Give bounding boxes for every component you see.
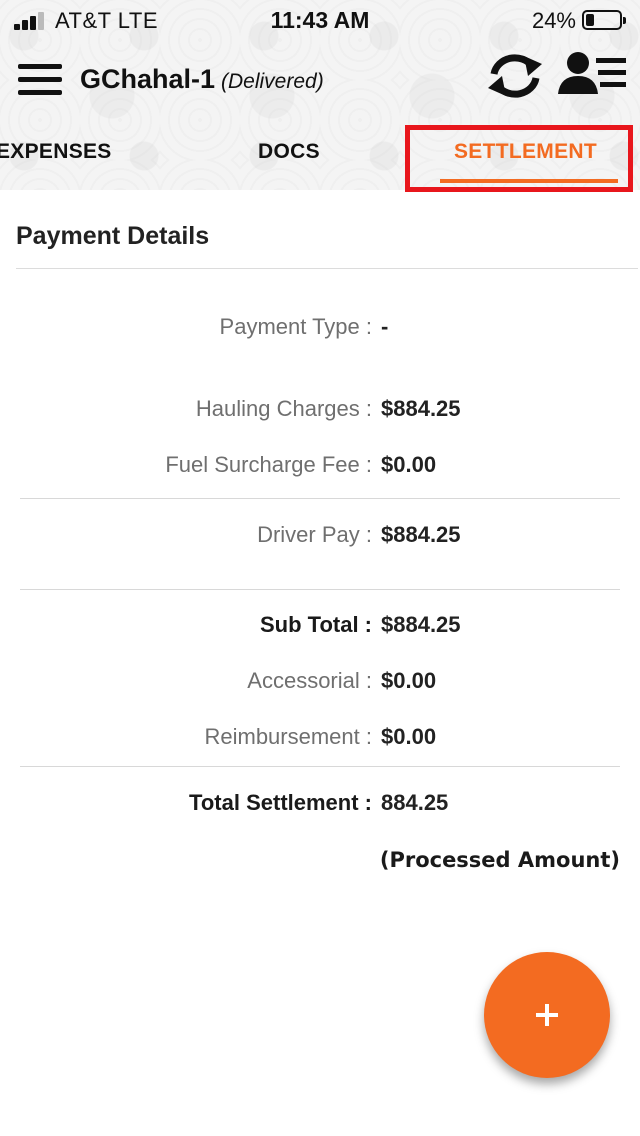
- load-title: GChahal-1: [80, 64, 216, 94]
- sub-total-row: Sub Total : $884.25: [0, 612, 640, 644]
- add-fab-button[interactable]: [484, 952, 610, 1078]
- reimbursement-label: Reimbursement :: [204, 724, 372, 749]
- accessorial-row: Accessorial : $0.00: [0, 668, 640, 700]
- fuel-surcharge-label: Fuel Surcharge Fee :: [165, 452, 372, 477]
- payment-type-row: Payment Type : -: [0, 314, 640, 346]
- sync-icon[interactable]: [484, 50, 546, 102]
- accessorial-value: $0.00: [381, 668, 437, 693]
- driver-pay-value: $884.25: [381, 522, 461, 547]
- reimbursement-row: Reimbursement : $0.00: [0, 724, 640, 756]
- hauling-charges-value: $884.25: [381, 396, 461, 421]
- hauling-charges-label: Hauling Charges :: [195, 396, 372, 421]
- payment-type-label: Payment Type :: [219, 314, 372, 339]
- fuel-surcharge-row: Fuel Surcharge Fee : $0.00: [0, 452, 640, 484]
- section-title: Payment Details: [16, 222, 210, 250]
- load-status: (Delivered): [221, 70, 324, 93]
- total-settlement-value: 884.25: [381, 790, 449, 815]
- total-settlement-label: Total Settlement :: [189, 790, 372, 815]
- reimbursement-value: $0.00: [381, 724, 437, 749]
- divider: [20, 498, 620, 499]
- highlight-annotation-box: [405, 125, 633, 192]
- battery-icon: [582, 10, 626, 30]
- plus-icon: [536, 1004, 558, 1026]
- section-divider: [16, 268, 638, 269]
- sub-total-label: Sub Total :: [259, 612, 372, 637]
- sub-total-value: $884.25: [381, 612, 461, 637]
- driver-pay-label: Driver Pay :: [257, 522, 372, 547]
- divider: [20, 589, 620, 590]
- status-bar: AT&T LTE 11:43 AM 24%: [0, 0, 640, 42]
- tab-docs[interactable]: DOCS: [258, 140, 320, 164]
- menu-icon[interactable]: [18, 64, 62, 96]
- tab-expenses[interactable]: EXPENSES: [0, 140, 112, 164]
- processed-amount-note: (Processed Amount): [379, 848, 620, 872]
- divider: [20, 766, 620, 767]
- driver-pay-row: Driver Pay : $884.25: [0, 522, 640, 554]
- payment-type-value: -: [381, 314, 389, 339]
- total-settlement-row: Total Settlement : 884.25: [0, 790, 640, 822]
- hauling-charges-row: Hauling Charges : $884.25: [0, 396, 640, 428]
- driver-profile-icon[interactable]: [558, 50, 628, 98]
- accessorial-label: Accessorial :: [247, 668, 372, 693]
- fuel-surcharge-value: $0.00: [381, 452, 437, 477]
- battery-percent: 24%: [531, 8, 576, 33]
